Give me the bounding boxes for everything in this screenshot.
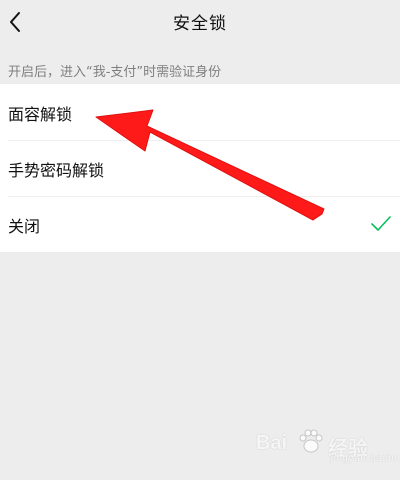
paw-icon: [299, 429, 323, 453]
tip-text: 开启后，进入“我-支付”时需验证身份: [8, 65, 222, 80]
security-lock-screen: 安全锁 开启后，进入“我-支付”时需验证身份 面容解锁 手势密码解锁 关闭 Ba…: [0, 0, 400, 480]
option-label: 手势密码解锁: [8, 161, 105, 180]
watermark-url: jingyan.baidu.com: [330, 454, 400, 464]
nav-bar: 安全锁: [0, 0, 400, 48]
page-title: 安全锁: [173, 14, 227, 34]
option-off[interactable]: 关闭: [0, 196, 400, 252]
option-label: 关闭: [8, 217, 41, 236]
option-face-unlock[interactable]: 面容解锁: [0, 84, 400, 140]
watermark-brand: Bai: [256, 432, 288, 454]
option-gesture-unlock[interactable]: 手势密码解锁: [0, 140, 400, 196]
option-label: 面容解锁: [8, 105, 73, 124]
unlock-option-list: 面容解锁 手势密码解锁 关闭: [0, 84, 400, 252]
check-icon: [371, 216, 391, 231]
watermark: Bai 经验 jingyan.baidu.com: [256, 420, 400, 468]
